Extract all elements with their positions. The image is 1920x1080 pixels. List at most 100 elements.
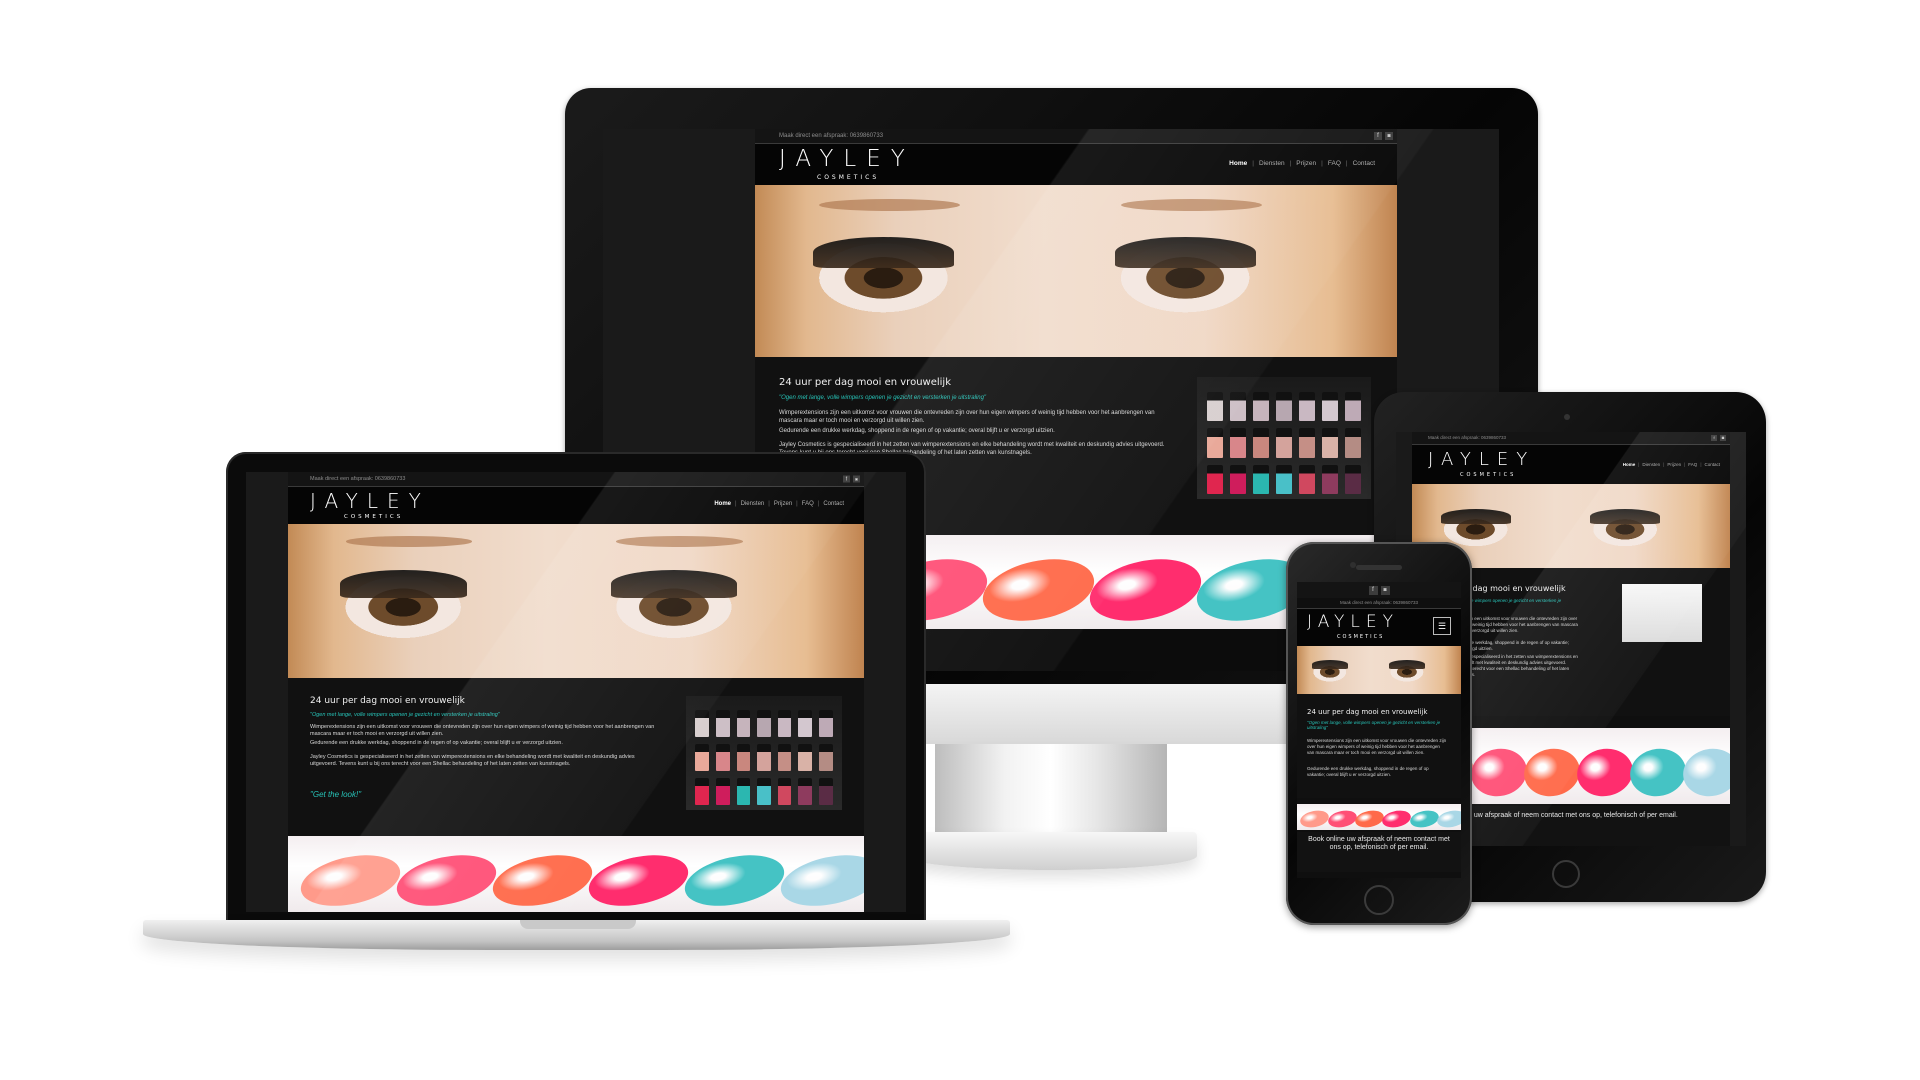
nail-swatch xyxy=(1467,743,1532,802)
topbar: Maak direct een afspraak: 0639860733 f ◙ xyxy=(755,129,1397,143)
polish-bottle xyxy=(1276,464,1292,495)
lash-right xyxy=(1114,236,1256,268)
polish-bottle xyxy=(1230,428,1246,458)
lash-left xyxy=(812,236,954,268)
polish-bottle xyxy=(1207,464,1223,495)
logo-subtitle: COSMETICS xyxy=(1337,634,1385,640)
polish-bottle xyxy=(757,778,771,806)
brow-right xyxy=(1120,198,1263,211)
site-header: JAYLEY COSMETICS Home | Diensten | Prijzen… xyxy=(288,486,864,525)
topbar-text: Maak direct een afspraak: 0639860733 xyxy=(779,133,884,139)
polish-bottle xyxy=(715,778,730,806)
polish-bottle xyxy=(1253,464,1269,495)
intro-section: 24 uur per dag mooi en vrouwelijk "Ogen … xyxy=(1297,694,1461,798)
polish-bottle xyxy=(1299,464,1315,495)
phone-home-button xyxy=(1364,885,1394,915)
facebook-icon[interactable]: f xyxy=(1374,132,1382,140)
polish-row xyxy=(695,778,833,806)
polish-bottle xyxy=(1207,428,1223,458)
intro-body-2: Gedurende een drukke werkdag, shoppend i… xyxy=(310,740,563,746)
polish-row xyxy=(1207,391,1361,421)
polish-bottle xyxy=(1322,428,1338,458)
tablet-home-button xyxy=(1552,860,1580,888)
nav-prijzen[interactable]: Prijzen xyxy=(1296,160,1316,167)
topbar-text: Maak direct een afspraak: 0639860733 xyxy=(1428,435,1507,440)
nav-prijzen[interactable]: Prijzen xyxy=(774,501,792,507)
nail-swatch xyxy=(391,847,501,912)
nail-swatch xyxy=(1520,743,1585,802)
nav-faq[interactable]: FAQ xyxy=(1328,160,1341,167)
phone-social-bar: f ◙ xyxy=(1297,582,1461,598)
polish-bottle xyxy=(798,709,813,738)
nav-faq[interactable]: FAQ xyxy=(1688,462,1697,467)
lash-right xyxy=(610,570,738,598)
intro-heading: 24 uur per dag mooi en vrouwelijk xyxy=(1307,708,1428,716)
polish-bottle xyxy=(757,709,771,738)
polish-image xyxy=(1197,377,1371,499)
instagram-icon[interactable]: ◙ xyxy=(1720,435,1726,441)
nail-swatch xyxy=(977,550,1100,629)
site-header: JAYLEY COSMETICS Home | Diensten | Prijzen… xyxy=(755,143,1397,186)
logo[interactable]: JAYLEY xyxy=(310,489,430,513)
polish-bottle xyxy=(715,709,730,738)
nav-home[interactable]: Home xyxy=(1229,160,1247,167)
nail-swatch xyxy=(583,847,693,912)
nails-image xyxy=(288,836,864,912)
instagram-icon[interactable]: ◙ xyxy=(1385,132,1393,140)
main-nav: Home | Diensten | Prijzen | FAQ | Contact xyxy=(1229,160,1375,167)
nav-contact[interactable]: Contact xyxy=(1704,462,1720,467)
nav-contact[interactable]: Contact xyxy=(1353,160,1375,167)
nail-swatch xyxy=(1679,743,1730,802)
polish-bottle xyxy=(1207,391,1223,421)
logo[interactable]: JAYLEY xyxy=(779,146,915,172)
polish-bottle xyxy=(1253,391,1269,421)
intro-heading: 24 uur per dag mooi en vrouwelijk xyxy=(310,696,465,706)
polish-bottle xyxy=(1230,464,1246,495)
nav-prijzen[interactable]: Prijzen xyxy=(1667,462,1681,467)
nav-diensten[interactable]: Diensten xyxy=(1259,160,1285,167)
logo-subtitle: COSMETICS xyxy=(1460,472,1517,478)
polish-bottle xyxy=(1253,428,1269,458)
laptop-site: Maak direct een afspraak: 0639860733 f ◙… xyxy=(288,472,864,912)
topbar: Maak direct een afspraak: 0639860733 f ◙ xyxy=(288,472,864,486)
booking-text-content: ne uw afspraak of neem contact met ons o… xyxy=(1464,812,1678,819)
polish-bottle xyxy=(1230,391,1246,421)
nails-image xyxy=(1297,804,1461,830)
topbar: Maak direct een afspraak: 0639860733 f ◙ xyxy=(1412,432,1730,444)
nail-swatch xyxy=(1353,808,1386,830)
menu-icon[interactable]: ☰ xyxy=(1433,617,1451,635)
logo[interactable]: JAYLEY xyxy=(1307,612,1399,632)
polish-bottle xyxy=(695,743,710,772)
monitor-foot xyxy=(905,832,1197,870)
intro-quote: "Ogen met lange, volle wimpers openen je… xyxy=(310,712,500,718)
nav-diensten[interactable]: Diensten xyxy=(1642,462,1660,467)
polish-bottle xyxy=(1276,391,1292,421)
laptop-notch xyxy=(520,920,636,929)
nav-home[interactable]: Home xyxy=(1623,462,1636,467)
polish-bottle xyxy=(695,709,710,738)
tagline: "Get the look!" xyxy=(310,790,362,799)
intro-section: 24 uur per dag mooi en vrouwelijk "Ogen … xyxy=(288,678,864,830)
polish-row xyxy=(1207,428,1361,458)
intro-quote: "Ogen met lange, volle wimpers openen je… xyxy=(1307,720,1441,730)
topbar-text: Maak direct een afspraak: 0639860733 xyxy=(310,476,406,482)
instagram-icon[interactable]: ◙ xyxy=(853,475,860,483)
nav-home[interactable]: Home xyxy=(714,501,731,507)
nail-swatch xyxy=(487,847,597,912)
polish-bottle xyxy=(757,743,771,772)
logo-subtitle: COSMETICS xyxy=(817,174,880,181)
polish-bottle xyxy=(736,778,751,806)
main-nav: Home | Diensten | Prijzen | FAQ | Contact xyxy=(1622,462,1720,467)
facebook-icon[interactable]: f xyxy=(1368,585,1378,595)
nav-diensten[interactable]: Diensten xyxy=(741,501,765,507)
intro-body-2: Gedurende een drukke werkdag, shoppend i… xyxy=(779,428,1055,434)
laptop-screen: Maak direct een afspraak: 0639860733 f ◙… xyxy=(246,472,906,912)
facebook-icon[interactable]: f xyxy=(1711,435,1717,441)
instagram-icon[interactable]: ◙ xyxy=(1380,585,1390,595)
logo[interactable]: JAYLEY xyxy=(1428,449,1535,470)
nail-swatch xyxy=(1408,808,1440,830)
nav-faq[interactable]: FAQ xyxy=(802,501,814,507)
nail-swatch xyxy=(295,847,405,912)
facebook-icon[interactable]: f xyxy=(843,475,850,483)
nav-contact[interactable]: Contact xyxy=(823,501,844,507)
